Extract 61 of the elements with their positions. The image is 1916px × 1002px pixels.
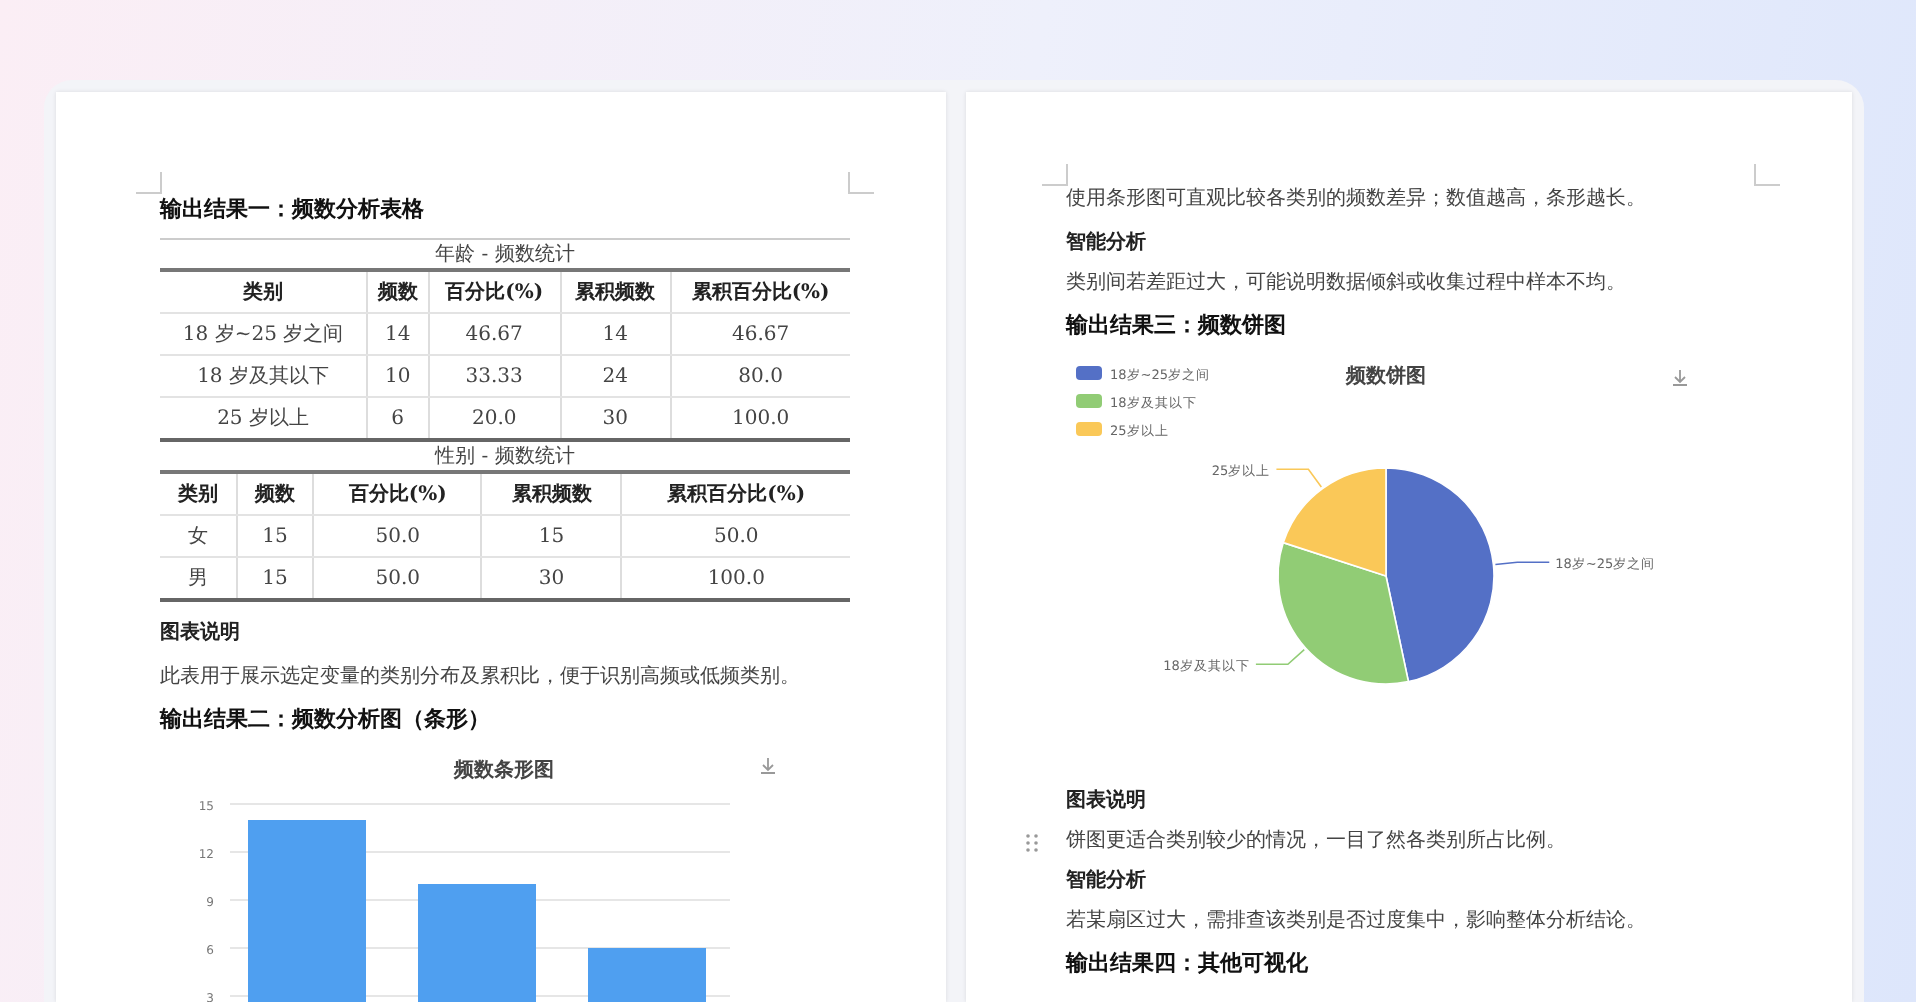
legend-swatch[interactable]	[1076, 394, 1102, 408]
column-header: 类别	[160, 472, 237, 515]
table-cell: 10	[367, 355, 429, 397]
leader-line	[1494, 561, 1551, 566]
download-icon[interactable]	[760, 757, 776, 774]
drag-handle-icon[interactable]	[1026, 833, 1038, 851]
note-title: 图表说明	[1066, 790, 1148, 814]
analysis-title: 智能分析	[1066, 870, 1148, 894]
section-heading: 输出结果一：频数分析表格	[160, 196, 426, 222]
leader-line	[1275, 468, 1323, 488]
column-header: 百分比(%)	[313, 472, 482, 515]
column-header: 累积百分比(%)	[621, 472, 850, 515]
table-cell: 80.0	[670, 355, 850, 397]
table-cell: 100.0	[670, 397, 850, 440]
chart-title: 频数条形图	[454, 760, 554, 782]
table-cell: 6	[367, 397, 429, 440]
column-header: 累积百分比(%)	[670, 270, 850, 313]
table-cell: 50.0	[313, 515, 482, 557]
download-icon[interactable]	[1672, 369, 1688, 386]
column-header: 累积频数	[560, 270, 671, 313]
section-heading: 输出结果四：其他可视化	[1066, 950, 1310, 976]
section-heading: 输出结果三：频数饼图	[1066, 312, 1288, 338]
table-cell: 18 岁~25 岁之间	[160, 313, 368, 355]
table-cell: 14	[560, 313, 671, 355]
table-cell: 50.0	[621, 515, 850, 557]
table-cell: 15	[236, 515, 314, 557]
table-cell: 46.67	[670, 313, 850, 355]
table-cell: 30	[560, 397, 671, 440]
body-text: 类别间若差距过大，可能说明数据倾斜或收集过程中样本不均。	[1066, 272, 1628, 296]
table-cell: 男	[160, 557, 237, 600]
table-caption: 性别 - 频数统计	[160, 442, 850, 472]
chart-title: 频数饼图	[1346, 366, 1426, 388]
body-text: 使用条形图可直观比较各类别的频数差异；数值越高，条形越长。	[1066, 188, 1648, 212]
section-heading: 输出结果二：频数分析图（条形）	[160, 706, 492, 732]
table-cell: 14	[367, 313, 429, 355]
table-cell: 18 岁及其以下	[160, 355, 368, 397]
legend-swatch[interactable]	[1076, 422, 1102, 436]
table-cell: 15	[236, 557, 314, 600]
note-title: 图表说明	[160, 622, 242, 646]
column-header: 频数	[236, 472, 314, 515]
body-text: 若某扇区过大，需排查该类别是否过度集中，影响整体分析结论。	[1066, 910, 1648, 934]
note-text: 此表用于展示选定变量的类别分布及累积比，便于识别高频或低频类别。	[160, 666, 802, 690]
legend-swatch[interactable]	[1076, 366, 1102, 380]
table-cell: 100.0	[621, 557, 850, 600]
table-cell: 33.33	[428, 355, 561, 397]
table-cell: 20.0	[428, 397, 561, 440]
table-cell: 24	[560, 355, 671, 397]
table-caption: 年龄 - 频数统计	[160, 239, 850, 270]
analysis-title: 智能分析	[1066, 232, 1148, 256]
body-text: 饼图更适合类别较少的情况，一目了然各类别所占比例。	[1066, 830, 1566, 854]
table-cell: 25 岁以上	[160, 397, 368, 440]
table-cell: 46.67	[428, 313, 561, 355]
table-cell: 50.0	[313, 557, 482, 600]
column-header: 类别	[160, 270, 368, 313]
table-cell: 15	[481, 515, 622, 557]
table-cell: 女	[160, 515, 237, 557]
column-header: 累积频数	[481, 472, 622, 515]
column-header: 百分比(%)	[428, 270, 561, 313]
leader-line	[1255, 648, 1306, 666]
table-cell: 30	[481, 557, 622, 600]
column-header: 频数	[367, 270, 429, 313]
